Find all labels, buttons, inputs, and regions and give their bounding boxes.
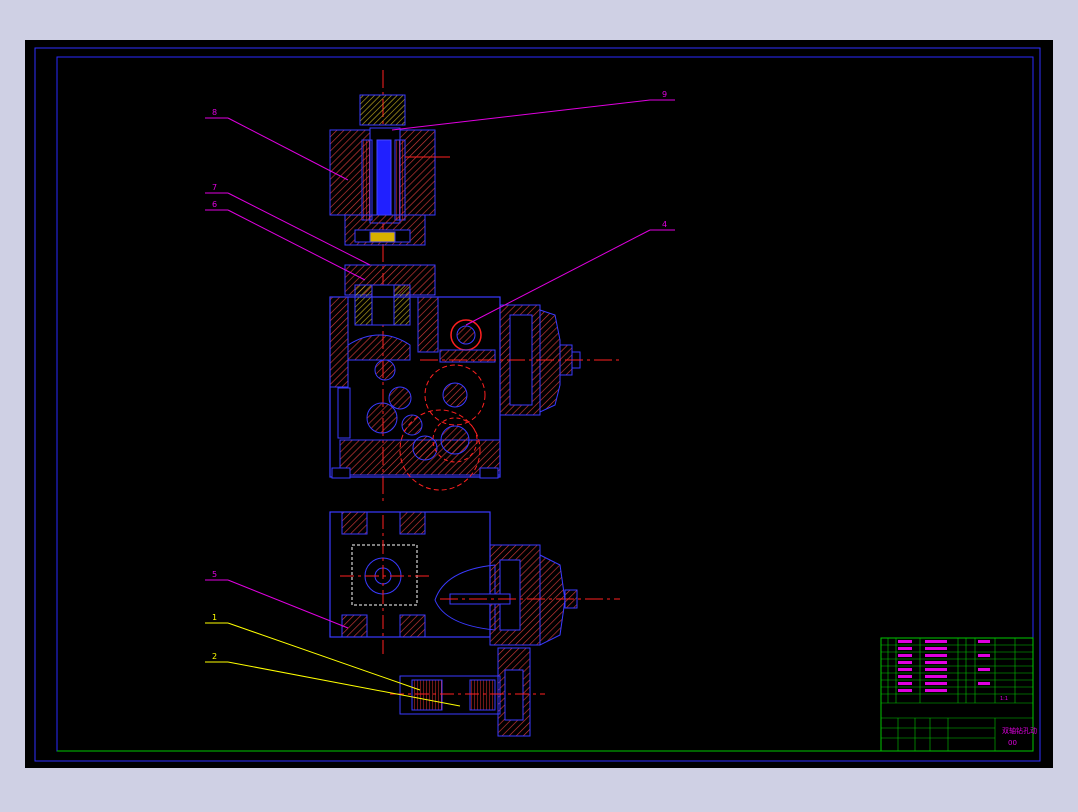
cad-viewport[interactable]: 8 9 7 6 4 5 1 2 双轴钻孔动 00 1:1 <box>0 0 1078 808</box>
callout-4: 4 <box>662 220 667 229</box>
cad-drawing: 8 9 7 6 4 5 1 2 双轴钻孔动 00 1:1 <box>25 40 1053 768</box>
scale-label: 1:1 <box>1000 696 1008 702</box>
callout-2: 2 <box>212 652 217 661</box>
drawing-title: 双轴钻孔动 <box>1002 726 1037 735</box>
drawing-number: 00 <box>1008 739 1017 747</box>
callout-7: 7 <box>212 183 217 192</box>
top-cap <box>359 94 406 126</box>
callout-6: 6 <box>212 200 217 209</box>
callout-9: 9 <box>662 90 667 99</box>
callout-1: 1 <box>212 613 217 622</box>
callout-8-top: 8 <box>212 108 217 117</box>
callout-5: 5 <box>212 570 217 579</box>
